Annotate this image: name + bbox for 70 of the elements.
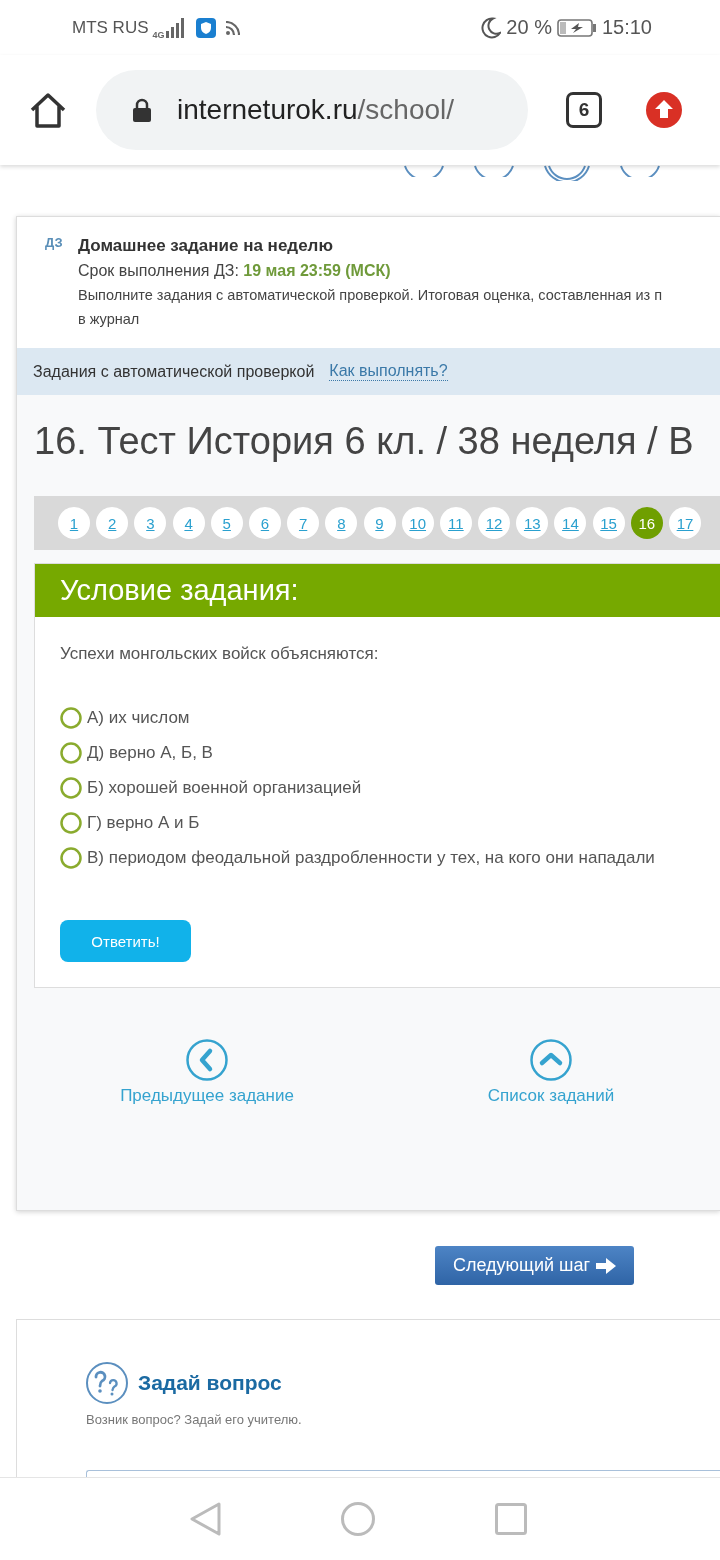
homework-label: ДЗ bbox=[45, 234, 64, 252]
question-number-button[interactable]: 8 bbox=[325, 507, 358, 539]
question-number-button[interactable]: 5 bbox=[210, 507, 243, 539]
help-icon bbox=[86, 1362, 128, 1404]
ask-subtitle: Возник вопрос? Задай его учителю. bbox=[86, 1412, 303, 1427]
question-number-button[interactable]: 12 bbox=[478, 507, 511, 539]
task-list-link[interactable]: Список заданий bbox=[487, 1039, 615, 1107]
back-icon[interactable] bbox=[189, 1502, 221, 1536]
moon-icon bbox=[481, 16, 502, 39]
radio-button[interactable] bbox=[60, 706, 82, 729]
question-number-button[interactable]: 6 bbox=[248, 507, 281, 539]
option-label[interactable]: Б) хорошей военной организацией bbox=[87, 777, 362, 798]
shield-icon bbox=[195, 17, 216, 38]
question-number-button[interactable]: 13 bbox=[516, 507, 549, 539]
question-number-button[interactable]: 1 bbox=[58, 507, 90, 539]
ring-icon bbox=[474, 165, 514, 177]
question-text: Успехи монгольских войск объясняются: bbox=[60, 643, 380, 665]
ask-title: Задай вопрос bbox=[138, 1371, 282, 1395]
question-number-button[interactable]: 17 bbox=[669, 507, 701, 539]
question-number-button[interactable]: 2 bbox=[96, 507, 129, 539]
previous-task-link[interactable]: Предыдущее задание bbox=[120, 1039, 294, 1107]
network-type: 4G bbox=[152, 29, 165, 40]
question-number-button[interactable]: 11 bbox=[439, 507, 472, 539]
question-number-button[interactable]: 15 bbox=[592, 507, 625, 539]
test-title: 16. Тест История 6 кл. / 38 неделя / В bbox=[34, 419, 695, 464]
ring-icon bbox=[620, 165, 660, 177]
cast-icon bbox=[225, 20, 240, 35]
question-number-button[interactable]: 9 bbox=[363, 507, 396, 539]
radio-button[interactable] bbox=[60, 776, 82, 799]
question-number-button[interactable]: 7 bbox=[287, 507, 320, 539]
question-number-button[interactable]: 4 bbox=[172, 507, 205, 539]
battery-percent: 20 % bbox=[506, 16, 552, 39]
battery-charging-icon bbox=[556, 18, 597, 37]
how-to-link[interactable]: Как выполнять? bbox=[329, 362, 448, 381]
homework-title: Домашнее задание на неделю bbox=[78, 235, 334, 257]
option-label[interactable]: А) их числом bbox=[87, 707, 190, 728]
arrow-right-icon bbox=[596, 1257, 617, 1274]
deadline-text: Срок выполнения ДЗ: 19 мая 23:59 (МСК) bbox=[78, 261, 392, 281]
tab-count-button[interactable]: 6 bbox=[566, 92, 602, 128]
url-text: interneturok.ru/school/ bbox=[177, 94, 455, 126]
question-number-button[interactable]: 16 bbox=[630, 507, 663, 539]
carrier-name: MTS RUS bbox=[72, 17, 149, 38]
chevron-left-icon bbox=[186, 1039, 228, 1081]
answer-button[interactable]: Ответить! bbox=[60, 920, 191, 962]
option-label[interactable]: Г) верно А и Б bbox=[87, 812, 200, 833]
clock-time: 15:10 bbox=[601, 16, 652, 39]
home-icon[interactable] bbox=[29, 92, 67, 128]
radio-button[interactable] bbox=[60, 811, 82, 834]
option-label[interactable]: В) периодом феодальной раздробленности у тех, на кого они нападали bbox=[87, 847, 655, 868]
signal-icon bbox=[165, 17, 186, 38]
recent-apps-icon[interactable] bbox=[495, 1503, 527, 1535]
info-text: Задания с автоматической проверкой bbox=[33, 362, 315, 381]
next-step-button[interactable]: Следующий шаг bbox=[435, 1246, 634, 1285]
address-bar[interactable]: interneturok.ru/school/ bbox=[96, 70, 528, 150]
description-line: в журнал bbox=[78, 310, 141, 329]
upload-icon[interactable] bbox=[646, 92, 682, 128]
option-label[interactable]: Д) верно А, Б, В bbox=[87, 742, 213, 763]
question-number-button[interactable]: 10 bbox=[401, 507, 434, 539]
lock-icon bbox=[132, 98, 152, 122]
radio-button[interactable] bbox=[60, 846, 82, 869]
task-header: Условие задания: bbox=[35, 564, 720, 617]
description-line: Выполните задания с автоматической проверкой. Итоговая оценка, составленная из п bbox=[78, 286, 663, 305]
ring-icon bbox=[544, 165, 590, 181]
ring-icon bbox=[404, 165, 444, 177]
radio-button[interactable] bbox=[60, 741, 82, 764]
chevron-up-icon bbox=[530, 1039, 572, 1081]
question-input-field[interactable] bbox=[86, 1470, 720, 1477]
question-number-button[interactable]: 3 bbox=[134, 507, 167, 539]
question-number-button[interactable]: 14 bbox=[554, 507, 587, 539]
home-circle-icon[interactable] bbox=[341, 1502, 375, 1536]
